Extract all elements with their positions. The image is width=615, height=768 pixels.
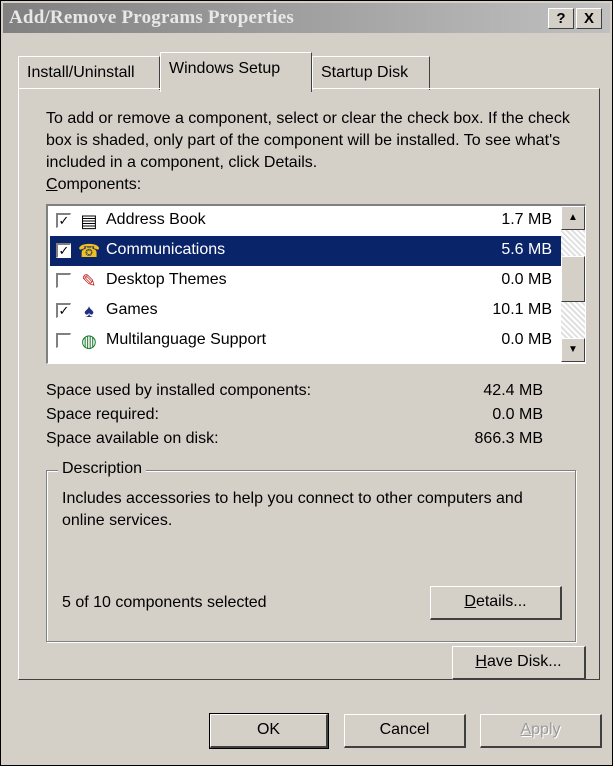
component-size: 0.0 MB <box>501 271 552 288</box>
component-name: Multilanguage Support <box>106 331 267 348</box>
description-text: Includes accessories to help you connect… <box>62 490 523 529</box>
component-size: 10.1 MB <box>492 301 552 318</box>
list-item-communications[interactable]: ✓ ☎ Communications 5.6 MB <box>50 236 562 266</box>
component-name: Address Book <box>106 211 206 228</box>
selected-count: 5 of 10 components selected <box>62 594 267 611</box>
tab-startup-disk[interactable]: Startup Disk <box>312 56 430 90</box>
list-item-address-book[interactable]: ✓ ▤ Address Book 1.7 MB <box>50 206 562 236</box>
description-title: Description <box>58 460 147 478</box>
component-name: Communications <box>106 241 226 258</box>
component-size: 0.0 MB <box>501 331 552 348</box>
details-accel: D <box>464 593 476 610</box>
space-required-value: 0.0 MB <box>492 406 543 423</box>
tab-windows-setup[interactable]: Windows Setup <box>160 52 312 92</box>
checkbox[interactable] <box>56 273 71 288</box>
list-item-desktop-themes[interactable]: ✎ Desktop Themes 0.0 MB <box>50 266 562 296</box>
checkbox[interactable]: ✓ <box>56 243 71 258</box>
close-button[interactable]: X <box>576 8 602 29</box>
cancel-button[interactable]: Cancel <box>344 714 466 748</box>
component-size: 5.6 MB <box>501 241 552 258</box>
components-label: Components: <box>46 176 141 194</box>
apply-label-rest: pply <box>531 721 561 738</box>
apply-button[interactable]: Apply <box>480 714 602 748</box>
checkbox[interactable]: ✓ <box>56 303 71 318</box>
desktop-themes-icon: ✎ <box>81 271 97 291</box>
globe-icon: ◍ <box>81 331 97 351</box>
space-available-label: Space available on disk: <box>46 430 219 447</box>
instructions-text: To add or remove a component, select or … <box>46 110 570 171</box>
scroll-thumb[interactable] <box>561 256 585 302</box>
list-item-games[interactable]: ✓ ♠ Games 10.1 MB <box>50 296 562 326</box>
space-used-value: 42.4 MB <box>483 382 543 399</box>
component-name: Games <box>106 301 158 318</box>
address-book-icon: ▤ <box>80 211 98 231</box>
have-disk-label-rest: ave Disk... <box>486 653 562 670</box>
details-button[interactable]: Details... <box>430 586 562 620</box>
tab-install-uninstall[interactable]: Install/Uninstall <box>18 56 160 90</box>
scroll-down-arrow-icon[interactable]: ▼ <box>561 338 585 362</box>
checkbox[interactable] <box>56 333 71 348</box>
list-scrollbar[interactable]: ▲ ▼ <box>561 206 585 362</box>
components-list[interactable]: ✓ ▤ Address Book 1.7 MB ✓ ☎ Communicatio… <box>46 204 586 364</box>
components-label-rest: omponents: <box>57 176 142 193</box>
component-size: 1.7 MB <box>501 211 552 228</box>
details-label-rest: etails... <box>475 593 527 610</box>
have-disk-button[interactable]: Have Disk... <box>452 646 586 680</box>
games-icon: ♠ <box>84 301 94 321</box>
space-available-value: 866.3 MB <box>474 430 543 447</box>
component-name: Desktop Themes <box>106 271 227 288</box>
space-used-label: Space used by installed components: <box>46 382 312 399</box>
space-required-label: Space required: <box>46 406 159 423</box>
communications-icon: ☎ <box>78 241 101 261</box>
title-bar[interactable]: Add/Remove Programs Properties ? X <box>3 3 610 33</box>
window-title: Add/Remove Programs Properties <box>9 7 294 28</box>
list-item-multilanguage-support[interactable]: ◍ Multilanguage Support 0.0 MB <box>50 326 562 356</box>
have-disk-accel: H <box>475 653 487 670</box>
help-button[interactable]: ? <box>548 8 574 29</box>
checkbox[interactable]: ✓ <box>56 213 71 228</box>
components-accel: C <box>46 176 58 193</box>
ok-button[interactable]: OK <box>209 713 329 749</box>
scroll-up-arrow-icon[interactable]: ▲ <box>561 206 585 230</box>
apply-accel: A <box>520 721 532 738</box>
